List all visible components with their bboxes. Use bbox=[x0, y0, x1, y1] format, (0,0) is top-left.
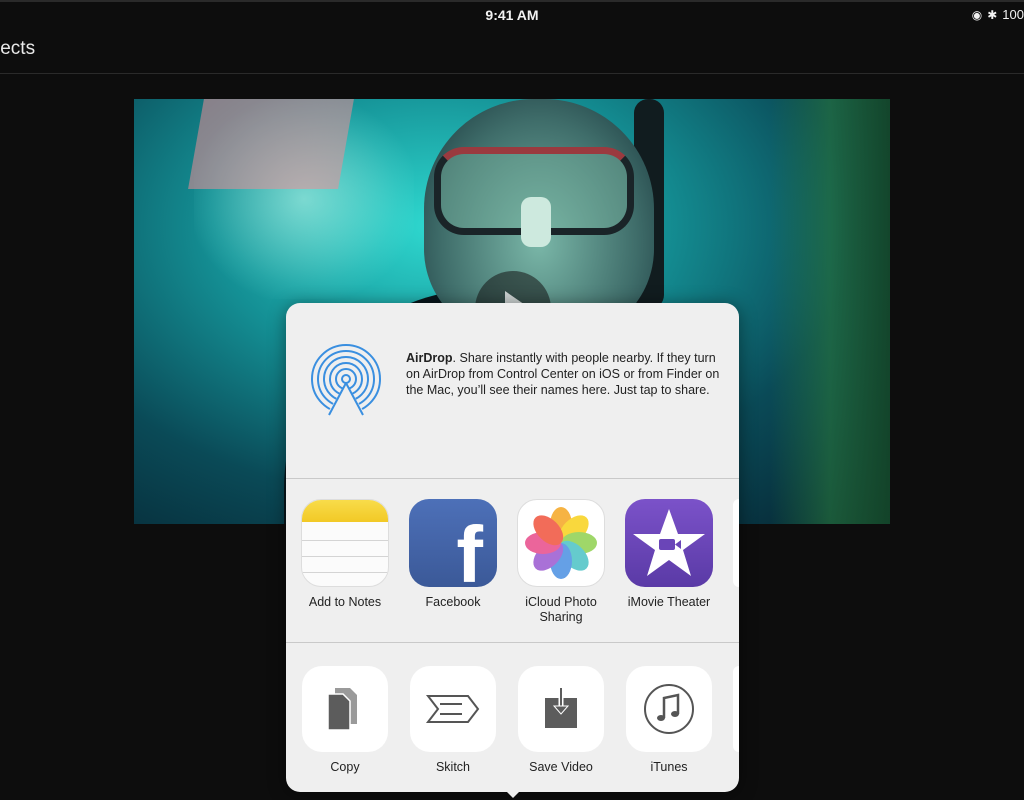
itunes-icon bbox=[626, 666, 712, 752]
share-app-imovie-theater[interactable]: iMovie Theater bbox=[615, 499, 723, 610]
save-video-icon bbox=[518, 666, 604, 752]
share-app-label: iCloud Photo Sharing bbox=[525, 595, 597, 624]
airdrop-body: . Share instantly with people nearby. If… bbox=[406, 351, 720, 397]
nav-title[interactable]: jects bbox=[0, 38, 35, 60]
airdrop-section[interactable]: AirDrop. Share instantly with people nea… bbox=[286, 303, 739, 479]
notes-icon-header bbox=[302, 500, 388, 522]
imovie-star bbox=[633, 509, 705, 576]
share-app-icloud-photo-sharing[interactable]: iCloud Photo Sharing bbox=[507, 499, 615, 625]
navigation-bar: jects bbox=[0, 28, 1024, 74]
facebook-f-glyph: f bbox=[456, 510, 483, 588]
video-pink-patch bbox=[188, 99, 354, 189]
share-apps-row: Add to Notes f Facebook iCloud Photo Sha… bbox=[286, 479, 739, 643]
popover-arrow bbox=[503, 788, 523, 798]
share-action-copy[interactable]: Copy bbox=[291, 666, 399, 775]
share-app-add-to-notes[interactable]: Add to Notes bbox=[291, 499, 399, 610]
status-right: ◉ ✱ 100 bbox=[972, 7, 1024, 22]
share-app-partial-icon[interactable] bbox=[733, 499, 739, 587]
facebook-icon: f bbox=[409, 499, 497, 587]
airdrop-icon bbox=[311, 344, 381, 417]
bluetooth-icon: ✱ bbox=[987, 7, 998, 22]
copy-icon bbox=[302, 666, 388, 752]
skitch-icon bbox=[410, 666, 496, 752]
itunes-glyph bbox=[644, 684, 694, 734]
share-action-label: Save Video bbox=[529, 760, 593, 774]
rotation-lock-icon: ◉ bbox=[971, 7, 983, 22]
photos-flower bbox=[525, 507, 597, 579]
imovie-icon bbox=[625, 499, 713, 587]
notes-icon-line bbox=[302, 572, 388, 573]
airdrop-description: AirDrop. Share instantly with people nea… bbox=[406, 350, 726, 398]
share-actions-row: Copy Skitch Save Video iTunes bbox=[286, 643, 739, 792]
share-app-label: iMovie Theater bbox=[627, 595, 711, 609]
battery-percent: 100 bbox=[1002, 7, 1024, 22]
save-video-glyph bbox=[545, 688, 577, 728]
share-action-skitch[interactable]: Skitch bbox=[399, 666, 507, 775]
notes-icon bbox=[301, 499, 389, 587]
share-action-label: Copy bbox=[330, 760, 360, 774]
share-action-itunes[interactable]: iTunes bbox=[615, 666, 723, 775]
share-sheet: AirDrop. Share instantly with people nea… bbox=[286, 303, 739, 792]
share-app-facebook[interactable]: f Facebook bbox=[399, 499, 507, 610]
skitch-glyph bbox=[425, 695, 480, 723]
airdrop-title: AirDrop bbox=[406, 351, 453, 365]
screen: 9:41 AM ◉ ✱ 100 jects bbox=[0, 0, 1024, 800]
share-action-label: iTunes bbox=[650, 760, 688, 774]
share-action-save-video[interactable]: Save Video bbox=[507, 666, 615, 775]
share-action-label: Skitch bbox=[435, 760, 471, 774]
share-action-partial-icon[interactable] bbox=[733, 666, 739, 752]
share-app-label: Add to Notes bbox=[308, 595, 382, 609]
status-bar: 9:41 AM ◉ ✱ 100 bbox=[0, 0, 1024, 28]
video-diver-nose bbox=[521, 197, 551, 247]
photos-icon bbox=[517, 499, 605, 587]
share-app-label: Facebook bbox=[425, 595, 481, 609]
video-kelp bbox=[770, 99, 890, 524]
copy-glyph bbox=[327, 688, 357, 731]
notes-icon-line bbox=[302, 556, 388, 557]
status-time: 9:41 AM bbox=[485, 7, 539, 23]
notes-icon-line bbox=[302, 540, 388, 541]
